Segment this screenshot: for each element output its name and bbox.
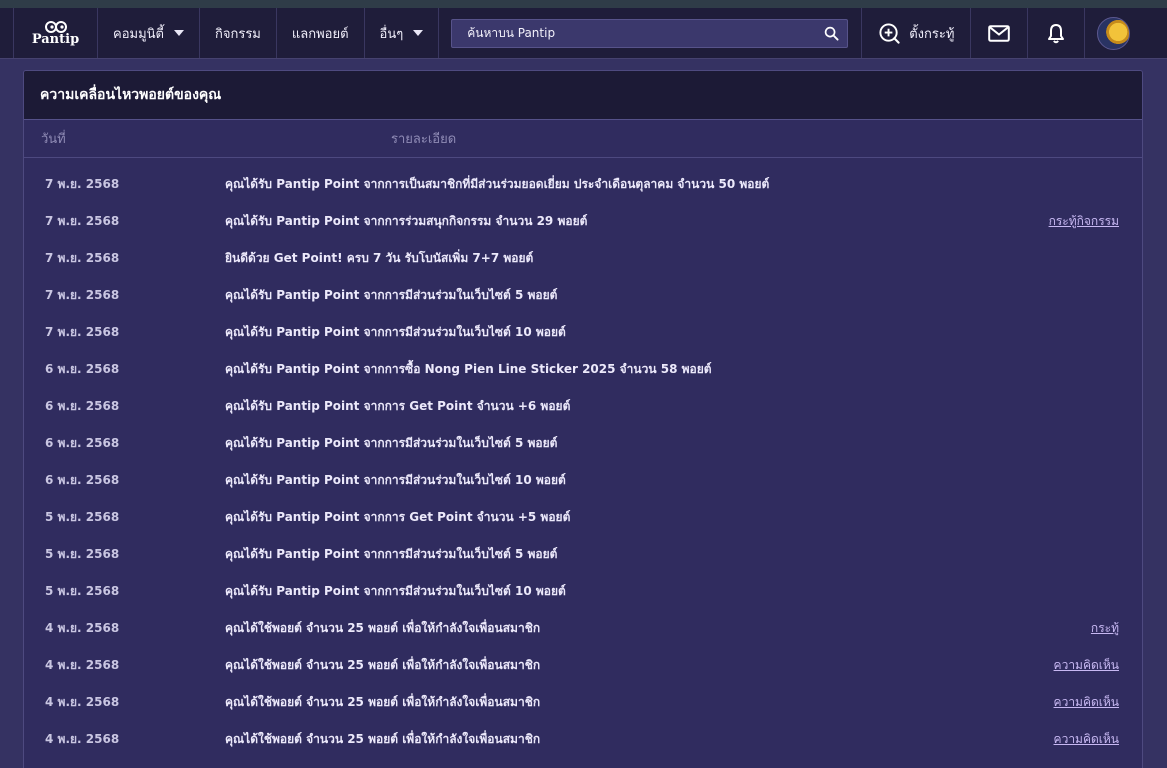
table-row: 4 พ.ย. 2568 คุณได้ใช้พอยต์ จำนวน 25 พอยต… (24, 647, 1142, 684)
row-detail: คุณได้รับ Pantip Point จากการมีส่วนร่วมใ… (225, 584, 566, 598)
row-detail: คุณได้รับ Pantip Point จากการเป็นสมาชิกท… (225, 177, 770, 191)
row-date: 4 พ.ย. 2568 (45, 621, 120, 635)
table-row: 6 พ.ย. 2568 คุณได้รับ Pantip Point จากกา… (24, 425, 1142, 462)
row-detail: คุณได้รับ Pantip Point จากการมีส่วนร่วมใ… (225, 436, 558, 450)
table-row: 5 พ.ย. 2568 คุณได้รับ Pantip Point จากกา… (24, 536, 1142, 573)
row-detail: คุณได้รับ Pantip Point จากการมีส่วนร่วมใ… (225, 547, 558, 561)
table-row: 6 พ.ย. 2568 คุณได้รับ Pantip Point จากกา… (24, 462, 1142, 499)
nav-activity[interactable]: กิจกรรม (200, 8, 277, 58)
row-detail: คุณได้รับ Pantip Point จากการ Get Point … (225, 399, 571, 413)
table-row: 7 พ.ย. 2568 คุณได้รับ Pantip Point จากกา… (24, 166, 1142, 203)
create-topic-button[interactable]: ตั้งกระทู้ (862, 8, 972, 58)
bell-icon (1048, 23, 1065, 43)
nav-community[interactable]: คอมมูนิตี้ (98, 8, 200, 58)
table-row: 7 พ.ย. 2568 ยินดีด้วย Get Point! ครบ 7 ว… (24, 240, 1142, 277)
profile-button[interactable] (1085, 8, 1142, 58)
pantip-logo[interactable]: Pantip (13, 8, 98, 58)
column-date-header: วันที่ (41, 132, 66, 147)
row-date: 7 พ.ย. 2568 (45, 177, 120, 191)
row-date: 7 พ.ย. 2568 (45, 288, 120, 302)
row-date: 5 พ.ย. 2568 (45, 510, 120, 524)
row-detail: คุณได้รับ Pantip Point จากการมีส่วนร่วมใ… (225, 473, 566, 487)
chevron-down-icon (413, 30, 424, 36)
nav-more-label: อื่นๆ (379, 26, 404, 42)
row-detail: คุณได้ใช้พอยต์ จำนวน 25 พอยต์ เพื่อให้กำ… (225, 621, 541, 635)
mail-button[interactable] (971, 8, 1029, 58)
nav-redeem-label: แลกพอยต์ (291, 26, 349, 42)
table-row: 7 พ.ย. 2568 คุณได้รับ Pantip Point จากกา… (24, 277, 1142, 314)
nav-activity-label: กิจกรรม (214, 26, 261, 42)
top-navbar: Pantip คอมมูนิตี้ กิจกรรม แลกพอยต์ อื่นๆ (0, 8, 1167, 59)
row-detail: คุณได้รับ Pantip Point จากการซื้อ Nong P… (225, 362, 712, 376)
nav-right-group: ตั้งกระทู้ (862, 8, 1142, 58)
row-date: 4 พ.ย. 2568 (45, 695, 120, 709)
row-link-activity-topic[interactable]: กระทู้กิจกรรม (1049, 212, 1142, 231)
row-date: 6 พ.ย. 2568 (45, 399, 120, 413)
nav-more[interactable]: อื่นๆ (365, 8, 440, 58)
row-detail: คุณได้ใช้พอยต์ จำนวน 25 พอยต์ เพื่อให้กำ… (225, 732, 541, 746)
row-detail: คุณได้รับ Pantip Point จากการร่วมสนุกกิจ… (225, 214, 588, 228)
row-date: 6 พ.ย. 2568 (45, 436, 120, 450)
points-table-body: 7 พ.ย. 2568 คุณได้รับ Pantip Point จากกา… (24, 158, 1142, 758)
row-date: 6 พ.ย. 2568 (45, 362, 120, 376)
row-date: 7 พ.ย. 2568 (45, 325, 120, 339)
nav-redeem-points[interactable]: แลกพอยต์ (277, 8, 365, 58)
row-link-topic[interactable]: กระทู้ (1091, 619, 1142, 638)
table-row: 4 พ.ย. 2568 คุณได้ใช้พอยต์ จำนวน 25 พอยต… (24, 684, 1142, 721)
search-area (439, 8, 863, 58)
search-input[interactable] (467, 26, 825, 40)
row-detail: คุณได้รับ Pantip Point จากการ Get Point … (225, 510, 571, 524)
row-detail: คุณได้รับ Pantip Point จากการมีส่วนร่วมใ… (225, 288, 558, 302)
row-detail: ยินดีด้วย Get Point! ครบ 7 วัน รับโบนัสเ… (225, 251, 534, 265)
row-date: 5 พ.ย. 2568 (45, 547, 120, 561)
notification-button[interactable] (1028, 8, 1086, 58)
row-detail: คุณได้ใช้พอยต์ จำนวน 25 พอยต์ เพื่อให้กำ… (225, 658, 541, 672)
search-box (451, 18, 849, 48)
nav-community-label: คอมมูนิตี้ (113, 26, 164, 42)
table-row: 6 พ.ย. 2568 คุณได้รับ Pantip Point จากกา… (24, 351, 1142, 388)
points-history-card: ความเคลื่อนไหวพอยต์ของคุณ วันที่ รายละเอ… (23, 70, 1143, 768)
table-row: 6 พ.ย. 2568 คุณได้รับ Pantip Point จากกา… (24, 388, 1142, 425)
row-link-comment[interactable]: ความคิดเห็น (1054, 656, 1142, 675)
table-row: 5 พ.ย. 2568 คุณได้รับ Pantip Point จากกา… (24, 573, 1142, 610)
avatar (1097, 16, 1131, 50)
table-row: 7 พ.ย. 2568 คุณได้รับ Pantip Point จากกา… (24, 314, 1142, 351)
table-row: 5 พ.ย. 2568 คุณได้รับ Pantip Point จากกา… (24, 499, 1142, 536)
row-date: 6 พ.ย. 2568 (45, 473, 120, 487)
search-icon[interactable] (824, 26, 839, 41)
plus-circle-icon (879, 22, 900, 44)
row-link-comment[interactable]: ความคิดเห็น (1054, 730, 1142, 749)
table-row: 7 พ.ย. 2568 คุณได้รับ Pantip Point จากกา… (24, 203, 1142, 240)
create-topic-label: ตั้งกระทู้ (909, 26, 955, 42)
row-date: 4 พ.ย. 2568 (45, 732, 120, 746)
chevron-down-icon (173, 30, 184, 36)
table-row: 4 พ.ย. 2568 คุณได้ใช้พอยต์ จำนวน 25 พอยต… (24, 610, 1142, 647)
column-detail-header: รายละเอียด (391, 132, 457, 147)
browser-top-strip (0, 0, 1167, 8)
row-date: 4 พ.ย. 2568 (45, 658, 120, 672)
row-date: 5 พ.ย. 2568 (45, 584, 120, 598)
row-link-comment[interactable]: ความคิดเห็น (1054, 693, 1142, 712)
row-date: 7 พ.ย. 2568 (45, 251, 120, 265)
card-title: ความเคลื่อนไหวพอยต์ของคุณ (24, 71, 1142, 120)
table-header: วันที่ รายละเอียด (24, 120, 1142, 158)
row-detail: คุณได้รับ Pantip Point จากการมีส่วนร่วมใ… (225, 325, 566, 339)
row-detail: คุณได้ใช้พอยต์ จำนวน 25 พอยต์ เพื่อให้กำ… (225, 695, 541, 709)
mail-icon (988, 24, 1011, 42)
table-row: 4 พ.ย. 2568 คุณได้ใช้พอยต์ จำนวน 25 พอยต… (24, 721, 1142, 758)
row-date: 7 พ.ย. 2568 (45, 214, 120, 228)
logo-text: Pantip (31, 31, 80, 47)
